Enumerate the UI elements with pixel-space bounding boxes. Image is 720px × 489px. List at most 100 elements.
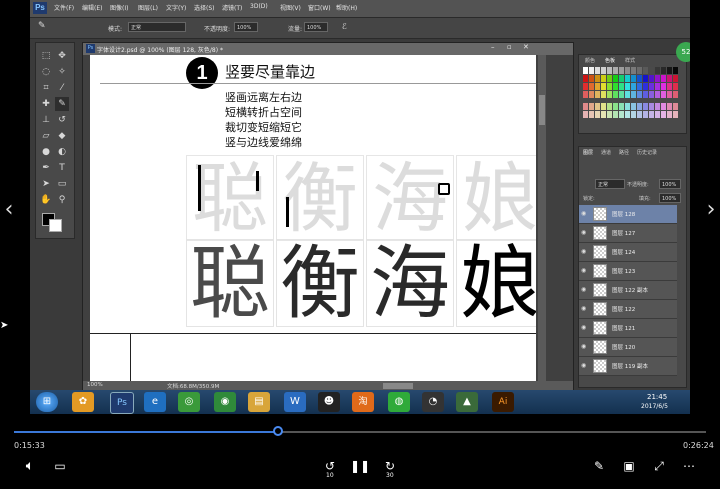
volume-icon[interactable]: 🔈︎ bbox=[20, 456, 40, 476]
color-swatch[interactable] bbox=[667, 103, 672, 110]
color-swatch[interactable] bbox=[631, 111, 636, 118]
color-swatch[interactable] bbox=[667, 75, 672, 82]
color-swatch[interactable] bbox=[619, 91, 624, 98]
bucket-tool-icon[interactable]: ◆ bbox=[55, 129, 69, 143]
color-swatch[interactable] bbox=[595, 111, 600, 118]
color-swatch[interactable] bbox=[631, 91, 636, 98]
panel-tab[interactable]: 样式 bbox=[625, 57, 635, 64]
color-swatch[interactable] bbox=[607, 75, 612, 82]
canvas[interactable]: 1 竖要尽量靠边 竖画远离左右边 短横转折占空间 裁切变短缩短它 竖与边线爱绵绵… bbox=[90, 55, 536, 381]
color-swatch[interactable] bbox=[601, 111, 606, 118]
zoom-tool-icon[interactable]: ⚲ bbox=[55, 193, 69, 207]
brush-tool-icon[interactable]: ✎ bbox=[55, 97, 69, 111]
minimize-icon[interactable]: – bbox=[491, 43, 495, 51]
color-swatch[interactable] bbox=[607, 67, 612, 74]
horizontal-scroll-thumb[interactable] bbox=[383, 383, 413, 389]
color-swatch[interactable] bbox=[619, 111, 624, 118]
color-swatch[interactable] bbox=[583, 75, 588, 82]
color-swatch[interactable] bbox=[637, 111, 642, 118]
zoom-level[interactable]: 100% bbox=[87, 382, 103, 388]
panel-tab[interactable]: 颜色 bbox=[585, 57, 595, 64]
color-swatch[interactable] bbox=[613, 103, 618, 110]
layer-opacity-input[interactable]: 100% bbox=[659, 179, 681, 189]
layer-row[interactable]: ◉ 图层 119 副本 bbox=[579, 357, 677, 376]
color-swatch[interactable] bbox=[643, 83, 648, 90]
color-swatch[interactable] bbox=[631, 83, 636, 90]
layer-row[interactable]: ◉ 图层 124 bbox=[579, 243, 677, 262]
brush-tool-icon[interactable]: ✎ bbox=[38, 21, 46, 31]
color-swatch[interactable] bbox=[589, 91, 594, 98]
color-swatch[interactable] bbox=[667, 83, 672, 90]
layer-row[interactable]: ◉ 图层 128 bbox=[579, 205, 677, 224]
app-icon[interactable]: ✿ bbox=[72, 392, 94, 412]
color-swatch[interactable] bbox=[643, 75, 648, 82]
pen-tool-icon[interactable]: ✒ bbox=[39, 161, 53, 175]
wps-writer-icon[interactable]: W bbox=[284, 392, 306, 412]
color-swatch[interactable] bbox=[583, 91, 588, 98]
color-swatch[interactable] bbox=[589, 103, 594, 110]
color-swatch[interactable] bbox=[661, 83, 666, 90]
color-swatch[interactable] bbox=[625, 67, 630, 74]
color-swatch[interactable] bbox=[613, 67, 618, 74]
vertical-scrollbar[interactable] bbox=[538, 55, 546, 381]
qq-icon[interactable]: ☻ bbox=[318, 392, 340, 412]
color-swatch[interactable] bbox=[649, 111, 654, 118]
color-swatch[interactable] bbox=[661, 103, 666, 110]
color-swatch[interactable] bbox=[673, 75, 678, 82]
menu-item[interactable]: 滤镜(T) bbox=[222, 3, 242, 12]
color-swatch[interactable] bbox=[649, 75, 654, 82]
color-swatch[interactable] bbox=[673, 111, 678, 118]
layer-row[interactable]: ◉ 图层 120 bbox=[579, 338, 677, 357]
panel-tab[interactable]: 通道 bbox=[601, 149, 611, 156]
background-color-swatch[interactable] bbox=[49, 219, 62, 232]
visibility-eye-icon[interactable]: ◉ bbox=[581, 324, 586, 331]
color-swatch[interactable] bbox=[607, 91, 612, 98]
color-swatch[interactable] bbox=[589, 75, 594, 82]
menu-item[interactable]: 编辑(E) bbox=[82, 3, 102, 12]
color-swatch[interactable] bbox=[595, 103, 600, 110]
color-swatch[interactable] bbox=[607, 103, 612, 110]
color-swatch[interactable] bbox=[667, 67, 672, 74]
color-swatch[interactable] bbox=[607, 83, 612, 90]
layer-row[interactable]: ◉ 图层 127 bbox=[579, 224, 677, 243]
shape-tool-icon[interactable]: ▭ bbox=[55, 177, 69, 191]
color-swatch[interactable] bbox=[655, 75, 660, 82]
panel-tab[interactable]: 色板 bbox=[605, 57, 615, 64]
taobao-icon[interactable]: 淘 bbox=[352, 392, 374, 412]
color-swatch[interactable] bbox=[595, 75, 600, 82]
color-swatch[interactable] bbox=[607, 111, 612, 118]
menu-item[interactable]: 3D(D) bbox=[250, 3, 268, 10]
color-swatch[interactable] bbox=[667, 111, 672, 118]
menu-item[interactable]: 视图(V) bbox=[280, 3, 301, 12]
stamp-tool-icon[interactable]: ⊥ bbox=[39, 113, 53, 127]
color-swatch[interactable] bbox=[655, 83, 660, 90]
color-swatch[interactable] bbox=[625, 111, 630, 118]
eyedropper-icon[interactable]: ⁄ bbox=[55, 81, 69, 95]
color-swatch[interactable] bbox=[601, 75, 606, 82]
menu-item[interactable]: 帮助(H) bbox=[336, 3, 357, 12]
menu-item[interactable]: 文字(Y) bbox=[166, 3, 186, 12]
color-swatch[interactable] bbox=[637, 75, 642, 82]
panel-tab[interactable]: 图层 bbox=[583, 149, 593, 156]
color-swatch[interactable] bbox=[619, 67, 624, 74]
color-swatch[interactable] bbox=[595, 67, 600, 74]
ie-browser-icon[interactable]: e bbox=[144, 392, 166, 412]
color-swatch[interactable] bbox=[589, 67, 594, 74]
prev-arrow-icon[interactable]: ‹ bbox=[2, 198, 16, 222]
color-swatch[interactable] bbox=[655, 67, 660, 74]
maximize-icon[interactable]: ▫ bbox=[507, 43, 512, 51]
marquee-tool-icon[interactable]: ⬚ bbox=[39, 49, 53, 63]
obs-icon[interactable]: ◔ bbox=[422, 392, 444, 412]
replay-10-icon[interactable]: ↺ 10 bbox=[320, 456, 340, 479]
menu-item[interactable]: 图像(I) bbox=[110, 3, 128, 12]
color-swatch[interactable] bbox=[649, 83, 654, 90]
start-button-icon[interactable]: ⊞ bbox=[36, 392, 58, 412]
subtitles-icon[interactable]: ▭ bbox=[50, 456, 70, 476]
color-swatch[interactable] bbox=[613, 111, 618, 118]
more-icon[interactable]: ⋯ bbox=[679, 456, 699, 476]
clock-time[interactable]: 21:45 bbox=[647, 393, 667, 401]
path-select-icon[interactable]: ➤ bbox=[39, 177, 53, 191]
layer-row[interactable]: ◉ 图层 122 副本 bbox=[579, 281, 677, 300]
visibility-eye-icon[interactable]: ◉ bbox=[581, 286, 586, 293]
wechat-icon[interactable]: ◍ bbox=[388, 392, 410, 412]
